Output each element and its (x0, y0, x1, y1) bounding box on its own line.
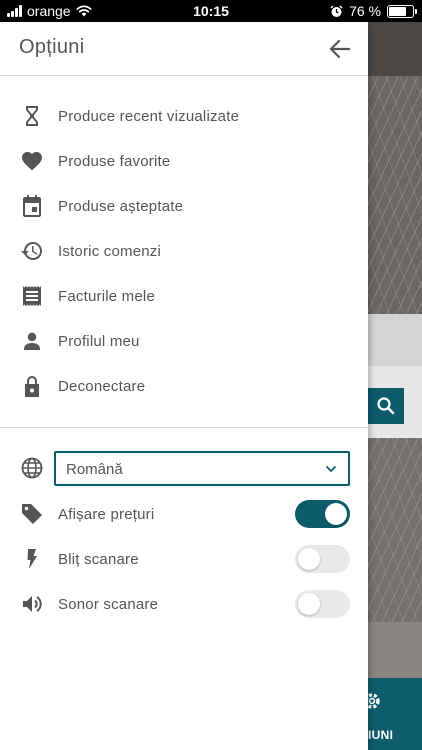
menu-item-label: Deconectare (58, 377, 146, 395)
chevron-down-icon (326, 466, 336, 472)
scan-flash-toggle[interactable] (295, 545, 350, 573)
drawer-title: Opțiuni (19, 36, 85, 58)
heart-icon (20, 149, 44, 173)
background-app-header (368, 22, 422, 76)
history-icon (20, 239, 44, 263)
background-app: IUNI (368, 22, 422, 750)
show-prices-toggle[interactable] (295, 500, 350, 528)
toggle-knob (298, 548, 320, 570)
battery-fill (389, 6, 406, 16)
lock-icon (20, 374, 44, 398)
menu-item-label: Istoric comenzi (58, 242, 162, 260)
tag-icon (20, 502, 44, 526)
flash-icon (20, 547, 44, 571)
globe-icon (20, 456, 44, 480)
calendar-icon (20, 194, 44, 218)
menu-item-awaited[interactable]: Produse așteptate (0, 186, 368, 226)
setting-label: Bliț scanare (58, 550, 139, 568)
battery-percent: 76 % (349, 3, 381, 19)
status-bar: orange 10:15 76 % (0, 0, 422, 22)
menu-item-profile[interactable]: Profilul meu (0, 321, 368, 361)
volume-icon (20, 592, 44, 616)
menu-item-label: Facturile mele (58, 287, 155, 305)
menu-item-logout[interactable]: Deconectare (0, 366, 368, 406)
toggle-knob (298, 593, 320, 615)
arrow-left-icon (329, 39, 351, 59)
language-select[interactable]: Română (54, 451, 350, 486)
receipt-icon (20, 284, 44, 308)
background-banner (368, 314, 422, 366)
setting-label: Sonor scanare (58, 595, 159, 613)
person-icon (20, 329, 44, 353)
status-right: 76 % (330, 3, 417, 19)
menu-item-label: Produce recent vizualizate (58, 107, 240, 125)
scan-sound-toggle[interactable] (295, 590, 350, 618)
menu-item-recently-viewed[interactable]: Produce recent vizualizate (0, 96, 368, 136)
back-button[interactable] (326, 35, 354, 63)
background-floor (368, 622, 422, 678)
menu-item-label: Profilul meu (58, 332, 140, 350)
options-drawer: Opțiuni Produce recent vizualizate Produ… (0, 22, 368, 750)
menu-item-invoices[interactable]: Facturile mele (0, 276, 368, 316)
menu-item-label: Produse favorite (58, 152, 171, 170)
language-select-value: Română (66, 461, 123, 478)
setting-label: Afișare prețuri (58, 505, 155, 523)
background-bottom-nav: IUNI (368, 678, 422, 750)
menu-item-favorites[interactable]: Produse favorite (0, 141, 368, 181)
background-nav-label: IUNI (368, 728, 394, 742)
hourglass-icon (20, 104, 44, 128)
search-icon (377, 397, 395, 415)
background-search-button (368, 388, 404, 424)
drawer-header: Opțiuni (0, 22, 368, 76)
menu-divider (0, 427, 368, 428)
alarm-icon (330, 4, 343, 17)
toggle-knob (325, 503, 347, 525)
menu-item-order-history[interactable]: Istoric comenzi (0, 231, 368, 271)
gear-icon (368, 693, 380, 709)
menu-item-label: Produse așteptate (58, 197, 184, 215)
battery-icon (387, 4, 417, 18)
background-product-image (368, 76, 422, 332)
